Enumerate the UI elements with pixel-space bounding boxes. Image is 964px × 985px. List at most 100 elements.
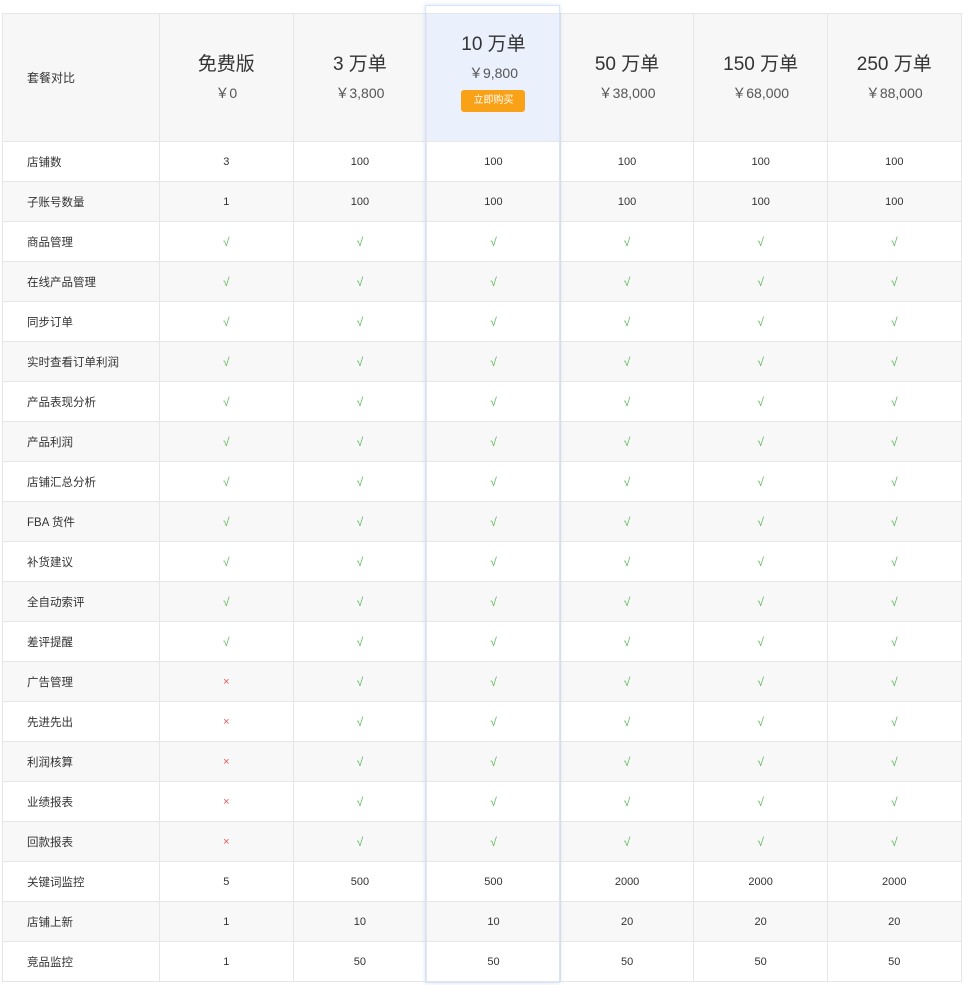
feature-name: 业绩报表 — [2, 781, 160, 822]
check-icon: √ — [890, 434, 898, 449]
feature-value: 10 — [487, 915, 500, 928]
check-icon: √ — [890, 714, 898, 729]
feature-cell: √ — [426, 821, 561, 862]
feature-value: 100 — [885, 155, 904, 168]
feature-cell: 100 — [426, 141, 561, 182]
check-icon: √ — [223, 234, 230, 249]
feature-cell: √ — [426, 461, 561, 502]
feature-value: 100 — [885, 195, 904, 208]
feature-cell: √ — [693, 821, 828, 862]
feature-cell: √ — [693, 221, 828, 262]
check-icon: √ — [490, 674, 497, 689]
plan-comparison-wrapper: 套餐对比 免费版 ￥0 3 万单 ￥3,800 10 万单 ￥9,800 立即购… — [2, 13, 962, 982]
feature-cell: √ — [426, 341, 561, 382]
check-icon: √ — [490, 314, 497, 329]
feature-name: 差评提醒 — [2, 621, 160, 662]
check-icon: √ — [356, 674, 364, 689]
check-icon: √ — [356, 754, 364, 769]
feature-cell: √ — [426, 421, 561, 462]
table-row: 补货建议 √ √ √ √ √ √ — [2, 541, 962, 582]
check-icon: √ — [490, 754, 497, 769]
feature-cell: √ — [292, 781, 428, 822]
table-row: 在线产品管理 √ √ √ √ √ √ — [2, 261, 962, 302]
feature-cell: 20 — [826, 901, 962, 942]
feature-cell: 100 — [693, 181, 828, 222]
feature-cell: √ — [292, 701, 428, 742]
check-icon: √ — [356, 434, 364, 449]
check-icon: √ — [490, 794, 497, 809]
feature-cell: √ — [826, 581, 962, 622]
check-icon: √ — [623, 474, 631, 489]
feature-cell: √ — [159, 501, 294, 542]
feature-name: 利润核算 — [2, 741, 160, 782]
feature-cell: √ — [826, 661, 962, 702]
check-icon: √ — [757, 354, 764, 369]
feature-cell: 20 — [693, 901, 828, 942]
feature-cell: √ — [826, 541, 962, 582]
plan-name: 免费版 — [197, 53, 255, 75]
check-icon: √ — [223, 634, 230, 649]
feature-cell: × — [159, 781, 294, 822]
feature-cell: √ — [159, 461, 294, 502]
check-icon: √ — [623, 394, 631, 409]
table-row: 业绩报表 × √ √ √ √ √ — [2, 781, 962, 822]
feature-cell: 5 — [159, 861, 294, 902]
feature-name: 竞品监控 — [2, 941, 160, 982]
feature-cell: 500 — [292, 861, 428, 902]
feature-cell: √ — [693, 661, 828, 702]
check-icon: √ — [356, 834, 364, 849]
feature-cell: √ — [826, 221, 962, 262]
header-label: 套餐对比 — [2, 13, 160, 142]
check-icon: √ — [623, 274, 631, 289]
check-icon: √ — [223, 594, 230, 609]
feature-cell: √ — [426, 661, 561, 702]
feature-value: 10 — [353, 915, 367, 928]
plan-price: ￥68,000 — [732, 84, 790, 101]
cross-icon: × — [223, 715, 230, 728]
feature-cell: 1 — [159, 901, 294, 942]
table-row: 关键词监控 5 500 500 2000 2000 2000 — [2, 861, 962, 902]
check-icon: √ — [623, 554, 631, 569]
feature-cell: √ — [426, 501, 561, 542]
feature-cell: 100 — [426, 181, 561, 222]
feature-value: 2000 — [882, 875, 907, 888]
table-row: 店铺数 3 100 100 100 100 100 — [2, 141, 962, 182]
feature-cell: 1 — [159, 941, 294, 982]
feature-cell: √ — [693, 781, 828, 822]
feature-cell: √ — [826, 501, 962, 542]
plan-header-1500k: 150 万单 ￥68,000 — [693, 13, 828, 142]
feature-cell: 3 — [159, 141, 294, 182]
check-icon: √ — [890, 554, 898, 569]
feature-cell: √ — [559, 701, 695, 742]
check-icon: √ — [890, 794, 898, 809]
feature-name: 实时查看订单利润 — [2, 341, 160, 382]
feature-value: 100 — [617, 195, 637, 208]
feature-cell: √ — [826, 381, 962, 422]
feature-name: 补货建议 — [2, 541, 160, 582]
feature-cell: √ — [559, 261, 695, 302]
check-icon: √ — [757, 634, 764, 649]
feature-cell: 50 — [559, 941, 695, 982]
feature-cell: √ — [826, 621, 962, 662]
check-icon: √ — [223, 354, 230, 369]
cross-icon: × — [223, 675, 230, 688]
check-icon: √ — [356, 514, 364, 529]
check-icon: √ — [623, 714, 631, 729]
plan-name: 10 万单 — [461, 34, 526, 55]
check-icon: √ — [757, 474, 764, 489]
feature-cell: √ — [292, 501, 428, 542]
buy-now-button[interactable]: 立即购买 — [461, 90, 526, 112]
check-icon: √ — [890, 474, 898, 489]
plan-header-30k: 3 万单 ￥3,800 — [292, 13, 428, 142]
check-icon: √ — [223, 434, 230, 449]
feature-cell: 10 — [292, 901, 428, 942]
plan-price: ￥88,000 — [865, 84, 923, 101]
feature-cell: √ — [292, 301, 428, 342]
feature-cell: √ — [426, 621, 561, 662]
check-icon: √ — [890, 754, 898, 769]
check-icon: √ — [623, 234, 631, 249]
feature-cell: √ — [826, 421, 962, 462]
check-icon: √ — [223, 314, 230, 329]
feature-cell: 100 — [826, 181, 962, 222]
check-icon: √ — [757, 794, 764, 809]
